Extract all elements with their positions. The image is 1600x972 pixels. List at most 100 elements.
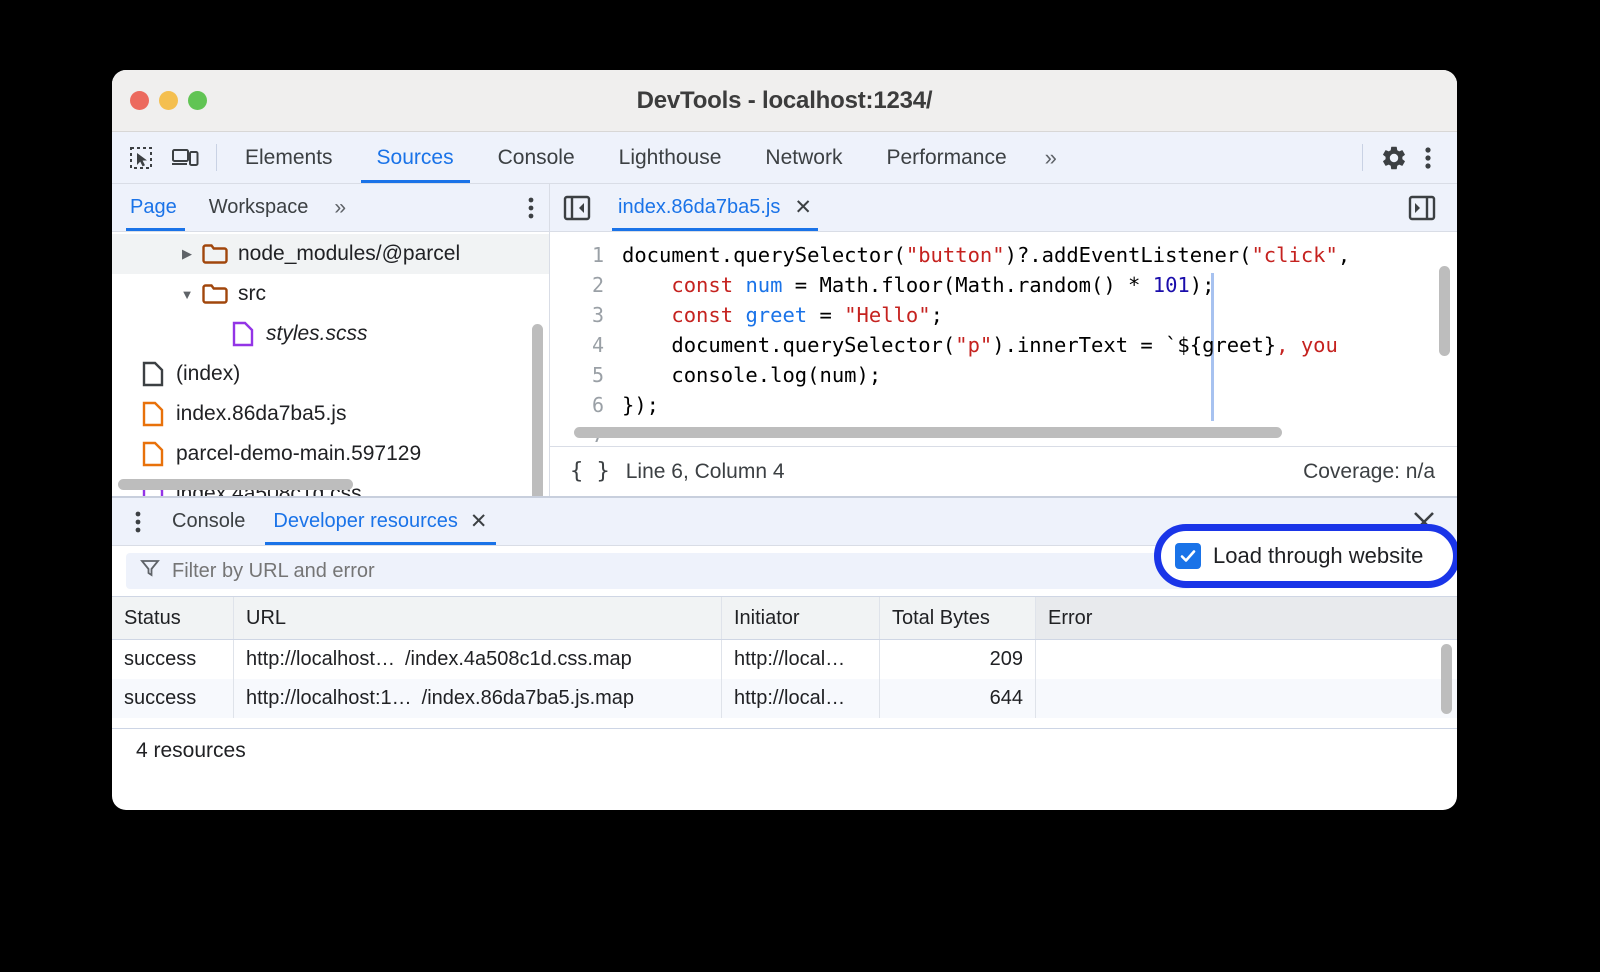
navigator-tabs: Page Workspace » xyxy=(112,184,549,232)
toolbar-left-icons xyxy=(112,132,210,183)
maximize-window-button[interactable] xyxy=(188,91,207,110)
table-row[interactable]: success http://localhost… /index.4a508c1… xyxy=(112,640,1457,679)
filter-input-wrapper[interactable] xyxy=(126,553,1192,589)
url-path: /index.86da7ba5.js.map xyxy=(422,687,634,710)
cell-error xyxy=(1036,640,1457,679)
line-content: const num = Math.floor(Math.random() * 1… xyxy=(622,270,1214,300)
tab-lighthouse[interactable]: Lighthouse xyxy=(597,132,744,183)
code-token: = xyxy=(807,303,844,327)
drawer-panel: Console Developer resources ✕ xyxy=(112,496,1457,772)
code-token: "p" xyxy=(955,333,992,357)
toolbar-right-icons xyxy=(1350,132,1457,183)
expand-twisty-icon[interactable]: ▶ xyxy=(174,246,200,262)
tab-network[interactable]: Network xyxy=(743,132,864,183)
filter-icon xyxy=(140,558,160,584)
line-content: }); xyxy=(622,390,659,420)
more-tabs-icon[interactable]: » xyxy=(1029,132,1070,183)
line-content: document.querySelector("button")?.addEve… xyxy=(622,240,1350,270)
tree-item-index[interactable]: (index) xyxy=(112,354,549,394)
tree-item-index-js[interactable]: index.86da7ba5.js xyxy=(112,394,549,434)
line-content: document.querySelector("p").innerText = … xyxy=(622,330,1338,360)
file-icon xyxy=(228,321,258,347)
traffic-lights[interactable] xyxy=(130,91,207,110)
column-header-url[interactable]: URL xyxy=(234,597,722,639)
resources-toolbar: Load through website Load through websit… xyxy=(112,546,1457,596)
nav-tab-page[interactable]: Page xyxy=(112,184,193,231)
drawer-tab-label: Console xyxy=(172,510,245,533)
screen: DevTools - localhost:1234/ xyxy=(0,0,1600,972)
line-content: const greet = "Hello"; xyxy=(622,300,943,330)
tree-item-parcel-demo-main[interactable]: parcel-demo-main.597129 xyxy=(112,434,549,474)
close-icon[interactable]: ✕ xyxy=(470,509,488,534)
collapse-twisty-icon[interactable]: ▼ xyxy=(174,287,200,302)
gear-icon[interactable] xyxy=(1379,143,1409,173)
editor-tab-label: index.86da7ba5.js xyxy=(618,196,780,219)
drawer-tab-developer-resources[interactable]: Developer resources ✕ xyxy=(259,498,501,545)
load-through-website-checkbox[interactable]: Load through website xyxy=(1154,524,1457,588)
tree-item-label: styles.scss xyxy=(258,322,368,346)
code-token xyxy=(733,273,745,297)
code-token: , xyxy=(1338,243,1350,267)
navigator-kebab-icon[interactable] xyxy=(527,184,549,231)
column-header-total-bytes[interactable]: Total Bytes xyxy=(880,597,1036,639)
editor-tab-index-js[interactable]: index.86da7ba5.js ✕ xyxy=(604,184,826,231)
drawer-tab-console[interactable]: Console xyxy=(158,498,259,545)
table-vertical-scrollbar[interactable] xyxy=(1441,644,1452,714)
code-token: const xyxy=(671,303,733,327)
tree-item-label: node_modules/@parcel xyxy=(230,242,460,266)
navigator-horizontal-scrollbar[interactable] xyxy=(118,479,353,490)
tab-performance[interactable]: Performance xyxy=(864,132,1028,183)
code-token: ).innerText = `${greet} xyxy=(992,333,1276,357)
code-token: = Math.floor(Math.random() * xyxy=(782,273,1152,297)
tree-item-node-modules[interactable]: ▶ node_modules/@parcel xyxy=(112,234,549,274)
code-token: greet xyxy=(745,303,807,327)
inspect-icon[interactable] xyxy=(126,143,156,173)
editor-right-icons xyxy=(1395,184,1457,231)
cell-status: success xyxy=(112,679,234,718)
column-header-status[interactable]: Status xyxy=(112,597,234,639)
tab-sources[interactable]: Sources xyxy=(355,132,476,183)
editor-horizontal-scrollbar[interactable] xyxy=(574,427,1282,438)
folder-icon xyxy=(200,283,230,305)
code-token: "button" xyxy=(906,243,1005,267)
navigator-vertical-scrollbar[interactable] xyxy=(532,324,543,496)
url-path: /index.4a508c1d.css.map xyxy=(405,648,632,671)
column-header-error[interactable]: Error xyxy=(1036,597,1457,639)
drawer-kebab-icon[interactable] xyxy=(112,498,158,545)
editor-tab-bar: index.86da7ba5.js ✕ xyxy=(550,184,1457,232)
tree-item-styles-scss[interactable]: styles.scss xyxy=(112,314,549,354)
code-line: 1 document.querySelector("button")?.addE… xyxy=(550,240,1457,270)
column-header-initiator[interactable]: Initiator xyxy=(722,597,880,639)
code-token: "click" xyxy=(1251,243,1337,267)
device-toggle-icon[interactable] xyxy=(170,143,200,173)
close-window-button[interactable] xyxy=(130,91,149,110)
url-parts: http://localhost… /index.4a508c1d.css.ma… xyxy=(246,648,632,671)
code-token: ; xyxy=(931,303,943,327)
kebab-menu-icon[interactable] xyxy=(1413,143,1443,173)
checkbox-checked-icon[interactable] xyxy=(1175,543,1201,569)
nav-tab-workspace[interactable]: Workspace xyxy=(193,184,325,231)
tab-console[interactable]: Console xyxy=(476,132,597,183)
sources-panel: Page Workspace » ▶ xyxy=(112,184,1457,496)
close-icon[interactable]: ✕ xyxy=(794,195,812,220)
tab-elements[interactable]: Elements xyxy=(223,132,355,183)
pretty-print-icon[interactable]: { } xyxy=(570,459,610,484)
minimize-window-button[interactable] xyxy=(159,91,178,110)
line-number: 3 xyxy=(550,300,622,330)
coverage-status: Coverage: n/a xyxy=(1303,460,1435,484)
code-token xyxy=(622,303,671,327)
main-toolbar: Elements Sources Console Lighthouse Netw… xyxy=(112,132,1457,184)
code-line: 4 document.querySelector("p").innerText … xyxy=(550,330,1457,360)
filter-input[interactable] xyxy=(172,560,1178,583)
code-editor[interactable]: 1 document.querySelector("button")?.addE… xyxy=(550,232,1457,446)
nav-more-icon[interactable]: » xyxy=(324,184,353,231)
line-number: 5 xyxy=(550,360,622,390)
table-row[interactable]: success http://localhost:1… /index.86da7… xyxy=(112,679,1457,718)
tree-item-src[interactable]: ▼ src xyxy=(112,274,549,314)
show-debugger-icon[interactable] xyxy=(1395,194,1449,222)
code-token: }); xyxy=(622,393,659,417)
show-navigator-icon[interactable] xyxy=(550,184,604,231)
url-parts: http://localhost:1… /index.86da7ba5.js.m… xyxy=(246,687,634,710)
editor-vertical-scrollbar[interactable] xyxy=(1439,266,1450,356)
file-icon xyxy=(138,361,168,387)
